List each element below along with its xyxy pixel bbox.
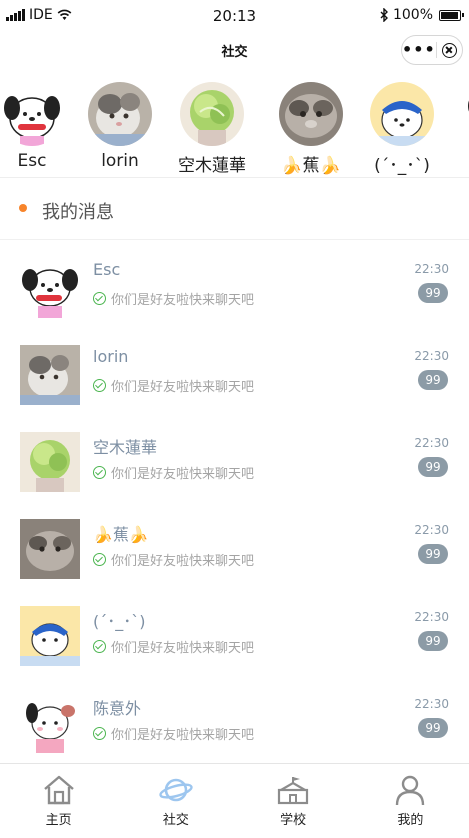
message-preview: 你们是好友啦快来聊天吧 [93,724,254,743]
unread-badge: 99 [418,718,448,738]
check-circle-icon [93,640,106,653]
message-time: 22:30 [414,697,449,711]
check-circle-icon [93,553,106,566]
cartoon-pig-avatar [460,82,469,146]
friend-item[interactable]: 空木蓮華 [166,82,258,176]
preview-text: 你们是好友啦快来聊天吧 [111,380,255,395]
page-title: 社交 [221,45,248,60]
message-item[interactable]: Esc 你们是好友啦快来聊天吧 22:30 99 [0,241,469,328]
cat-photo-avatar [20,345,80,405]
tab-school[interactable]: 学校 [235,764,352,838]
contact-name: 陈意外 [93,699,142,718]
cabbage-avatar [180,82,244,146]
menu-capsule: ••• [401,35,463,65]
friend-name: 🍌蕉🍌 [281,156,341,176]
friend-item[interactable]: Esc [0,82,78,171]
battery-icon [439,9,464,21]
friends-row[interactable]: Esc lorin 空木蓮華 🍌蕉🍌 (´･_･`) [0,70,469,178]
person-icon [396,775,425,806]
message-preview: 你们是好友啦快来聊天吧 [93,376,254,395]
unread-badge: 99 [418,631,448,651]
contact-name: 空木蓮華 [93,438,158,457]
message-preview: 你们是好友啦快来聊天吧 [93,289,254,308]
preview-text: 你们是好友啦快来聊天吧 [111,641,255,656]
planet-icon [159,778,193,802]
unread-badge: 99 [418,457,448,477]
check-circle-icon [93,727,106,740]
friend-name: lorin [101,151,139,171]
preview-text: 你们是好友啦快来聊天吧 [111,728,255,743]
close-button[interactable] [437,42,462,58]
tab-bar: 主页 社交 学校 我的 [0,763,469,838]
contact-name: Esc [93,260,121,279]
message-item[interactable]: (´･_･`) 你们是好友啦快来聊天吧 22:30 99 [0,589,469,676]
check-circle-icon [93,379,106,392]
tab-mine[interactable]: 我的 [352,764,469,838]
cartoon-dog-blue-avatar [20,606,80,666]
friend-name: 空木蓮華 [178,156,246,176]
status-right: 100% [380,7,464,23]
message-preview: 你们是好友啦快来聊天吧 [93,550,254,569]
contact-name: (´･_･`) [93,612,146,631]
tab-label: 我的 [397,813,424,828]
friend-name: Esc [17,151,47,171]
tab-social[interactable]: 社交 [117,764,234,838]
message-preview: 你们是好友啦快来聊天吧 [93,463,254,482]
tab-label: 社交 [162,813,189,828]
check-circle-icon [93,292,106,305]
more-button[interactable]: ••• [402,36,436,64]
cartoon-pig-avatar [20,693,80,753]
friend-name: (´･_･`) [374,156,430,176]
cabbage-avatar [20,432,80,492]
friend-item[interactable]: (´･_･`) [356,82,448,176]
friend-name: 陈 [446,151,469,176]
tab-label: 主页 [45,813,72,828]
cartoon-dog-blue-avatar [370,82,434,146]
bluetooth-icon [380,8,388,22]
message-item[interactable]: lorin 你们是好友啦快来聊天吧 22:30 99 [0,328,469,415]
friend-item[interactable]: 🍌蕉🍌 [265,82,357,176]
status-bar: IDE 20:13 100% [0,0,469,32]
school-icon [278,777,309,805]
contact-name: 🍌蕉🍌 [93,525,149,544]
message-time: 22:30 [414,262,449,276]
fluffy-cat-avatar [279,82,343,146]
message-time: 22:30 [414,523,449,537]
preview-text: 你们是好友啦快来聊天吧 [111,293,255,308]
section-dot-icon [19,204,27,212]
tab-label: 学校 [280,813,307,828]
section-title: 我的消息 [42,202,114,223]
friend-item[interactable]: 陈 [446,82,469,176]
message-preview: 你们是好友啦快来聊天吧 [93,637,254,656]
message-time: 22:30 [414,349,449,363]
message-item[interactable]: 🍌蕉🍌 你们是好友啦快来聊天吧 22:30 99 [0,502,469,589]
home-icon [43,775,74,805]
friend-item[interactable]: lorin [74,82,166,171]
cat-photo-avatar [88,82,152,146]
message-time: 22:30 [414,436,449,450]
unread-badge: 99 [418,283,448,303]
message-list[interactable]: Esc 你们是好友啦快来聊天吧 22:30 99 lorin 你们是好友啦快来聊… [0,241,469,763]
nav-bar: 社交 ••• [0,32,469,68]
close-icon [441,42,457,58]
unread-badge: 99 [418,370,448,390]
message-time: 22:30 [414,610,449,624]
tab-home[interactable]: 主页 [0,764,117,838]
cartoon-dog-avatar [20,258,80,318]
fluffy-cat-avatar [20,519,80,579]
messages-section-header: 我的消息 [0,178,469,240]
preview-text: 你们是好友啦快来聊天吧 [111,467,255,482]
unread-badge: 99 [418,544,448,564]
contact-name: lorin [93,347,129,366]
battery-percent: 100% [392,7,433,23]
cartoon-dog-avatar [0,82,64,146]
message-item[interactable]: 陈意外 你们是好友啦快来聊天吧 22:30 99 [0,676,469,763]
preview-text: 你们是好友啦快来聊天吧 [111,554,255,569]
message-item[interactable]: 空木蓮華 你们是好友啦快来聊天吧 22:30 99 [0,415,469,502]
check-circle-icon [93,466,106,479]
